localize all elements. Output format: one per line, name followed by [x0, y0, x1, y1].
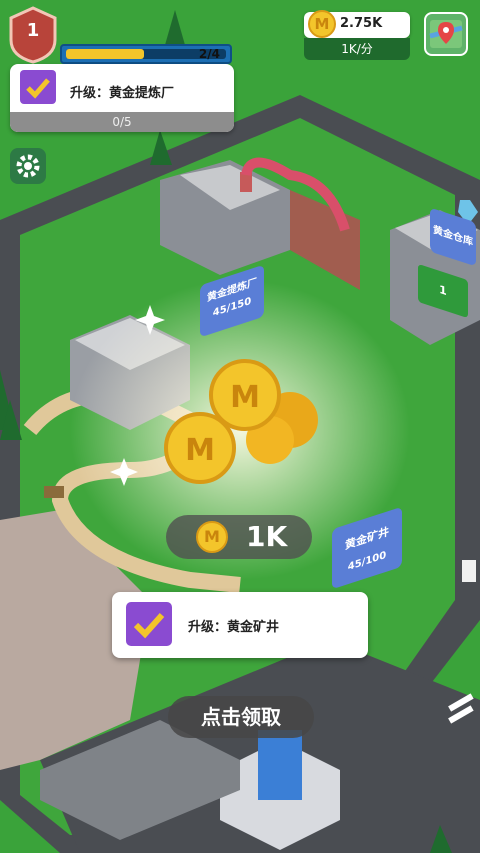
coin-value: 2.75K: [340, 16, 383, 31]
coin-counter: M 2.75K: [304, 10, 410, 38]
notebook-icon: [20, 70, 56, 104]
coin-m-glyph: M: [230, 380, 260, 415]
task-progress: 0/5: [10, 112, 234, 132]
mine-cart: [44, 486, 64, 498]
level-badge[interactable]: 1: [8, 6, 58, 64]
map-icon: [429, 20, 463, 48]
map-button[interactable]: [424, 12, 468, 56]
reward-amount-pill: M 1K: [166, 515, 312, 559]
settings-button[interactable]: [10, 148, 46, 184]
notebook-icon: [126, 602, 172, 646]
coin-pile-icon: M: [196, 521, 228, 553]
income-rate: 1K/分: [304, 38, 410, 60]
truck: [462, 560, 476, 582]
task-card[interactable]: 升级：黄金提炼厂 0/5: [10, 64, 234, 132]
task-title: 升级：黄金提炼厂: [70, 86, 175, 101]
level-number: 1: [26, 20, 40, 41]
claim-button[interactable]: 点击领取: [168, 696, 314, 738]
coin-m-glyph: M: [185, 433, 215, 468]
gear-icon: [16, 154, 40, 178]
upgrade-title: 升级：黄金矿井: [188, 620, 280, 635]
coin-icon: M: [308, 10, 336, 38]
reward-amount: 1K: [246, 520, 288, 553]
warehouse-counter-value: 1: [439, 282, 447, 299]
xp-bar: 2/4: [60, 44, 232, 64]
xp-text: 2/4: [198, 47, 220, 61]
warehouse-sign-label: 黄金仓库: [433, 224, 473, 249]
xp-fill: [66, 49, 144, 59]
upgrade-card: 升级：黄金矿井: [112, 592, 368, 658]
